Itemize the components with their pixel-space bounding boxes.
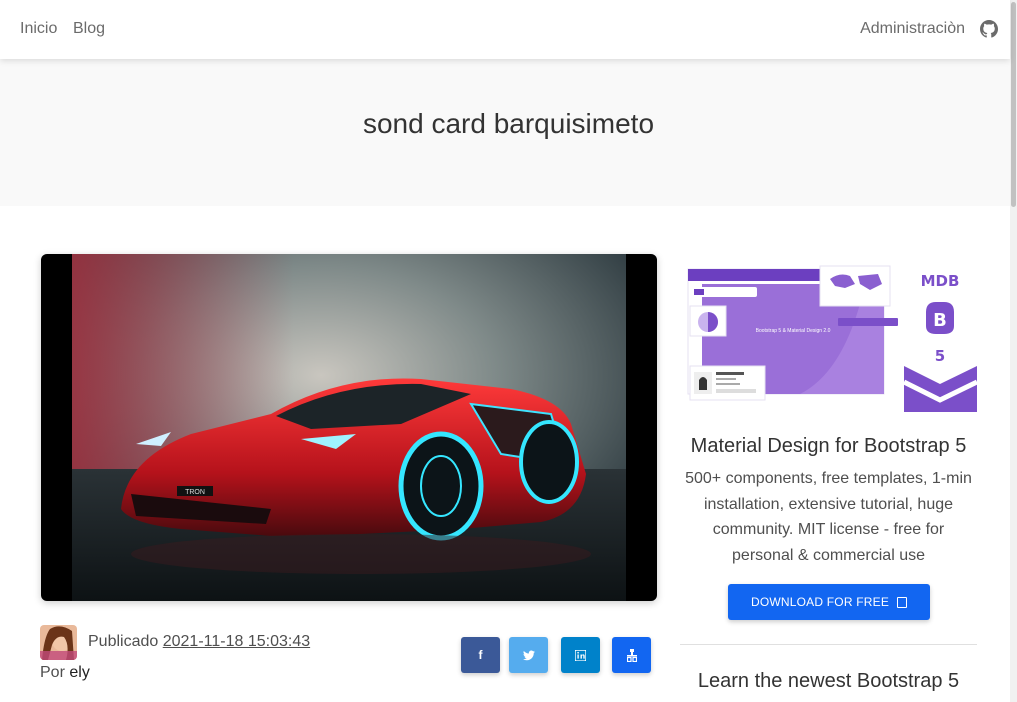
navbar: Inicio Blog Administraciòn [0,0,1010,59]
author-label: Por [40,664,65,681]
page-title: sond card barquisimeto [362,108,655,139]
share-twitter-button[interactable] [509,637,548,673]
scrollbar[interactable] [1010,0,1017,702]
sidebar-divider [680,644,977,645]
share-other-button[interactable] [612,637,651,673]
published-label: Publicado [88,633,159,650]
scrollbar-thumb[interactable] [1011,2,1016,207]
nav-admin[interactable]: Administraciòn [860,20,965,38]
author-info: Por ely [40,664,90,682]
nav-inicio[interactable]: Inicio [20,20,57,38]
version-number: 5 [935,347,945,365]
post-image: TRON [41,254,657,601]
share-linkedin-button[interactable] [561,637,600,673]
learn-title: Learn the newest Bootstrap 5 [697,670,960,692]
mdb-brand-text: MDB [921,272,960,290]
ad-title: Material Design for Bootstrap 5 [690,435,967,457]
twitter-icon [522,650,535,660]
bootstrap-logo-letter: B [933,310,947,331]
nav-blog[interactable]: Blog [73,20,105,38]
author-avatar[interactable] [40,625,77,660]
mock-heading: Bootstrap 5 & Material Design 2.0 [756,328,831,334]
download-button[interactable]: DOWNLOAD FOR FREE [728,584,930,620]
car-plate-text: TRON [185,489,205,496]
share-icon [626,648,637,662]
github-icon[interactable] [980,20,998,38]
download-icon [897,596,908,608]
share-facebook-button[interactable]: f [461,637,500,673]
facebook-icon: f [478,648,483,662]
linkedin-icon [575,649,586,661]
ad-description: 500+ components, free templates, 1-min i… [685,470,972,564]
mdb-ad-image[interactable]: Bootstrap 5 & Material Design 2.0 MDB B … [680,254,979,412]
author-name[interactable]: ely [69,664,89,681]
download-button-label: DOWNLOAD FOR FREE [750,595,890,609]
published-info: Publicado 2021-11-18 15:03:43 [88,633,310,651]
published-date[interactable]: 2021-11-18 15:03:43 [163,633,310,650]
